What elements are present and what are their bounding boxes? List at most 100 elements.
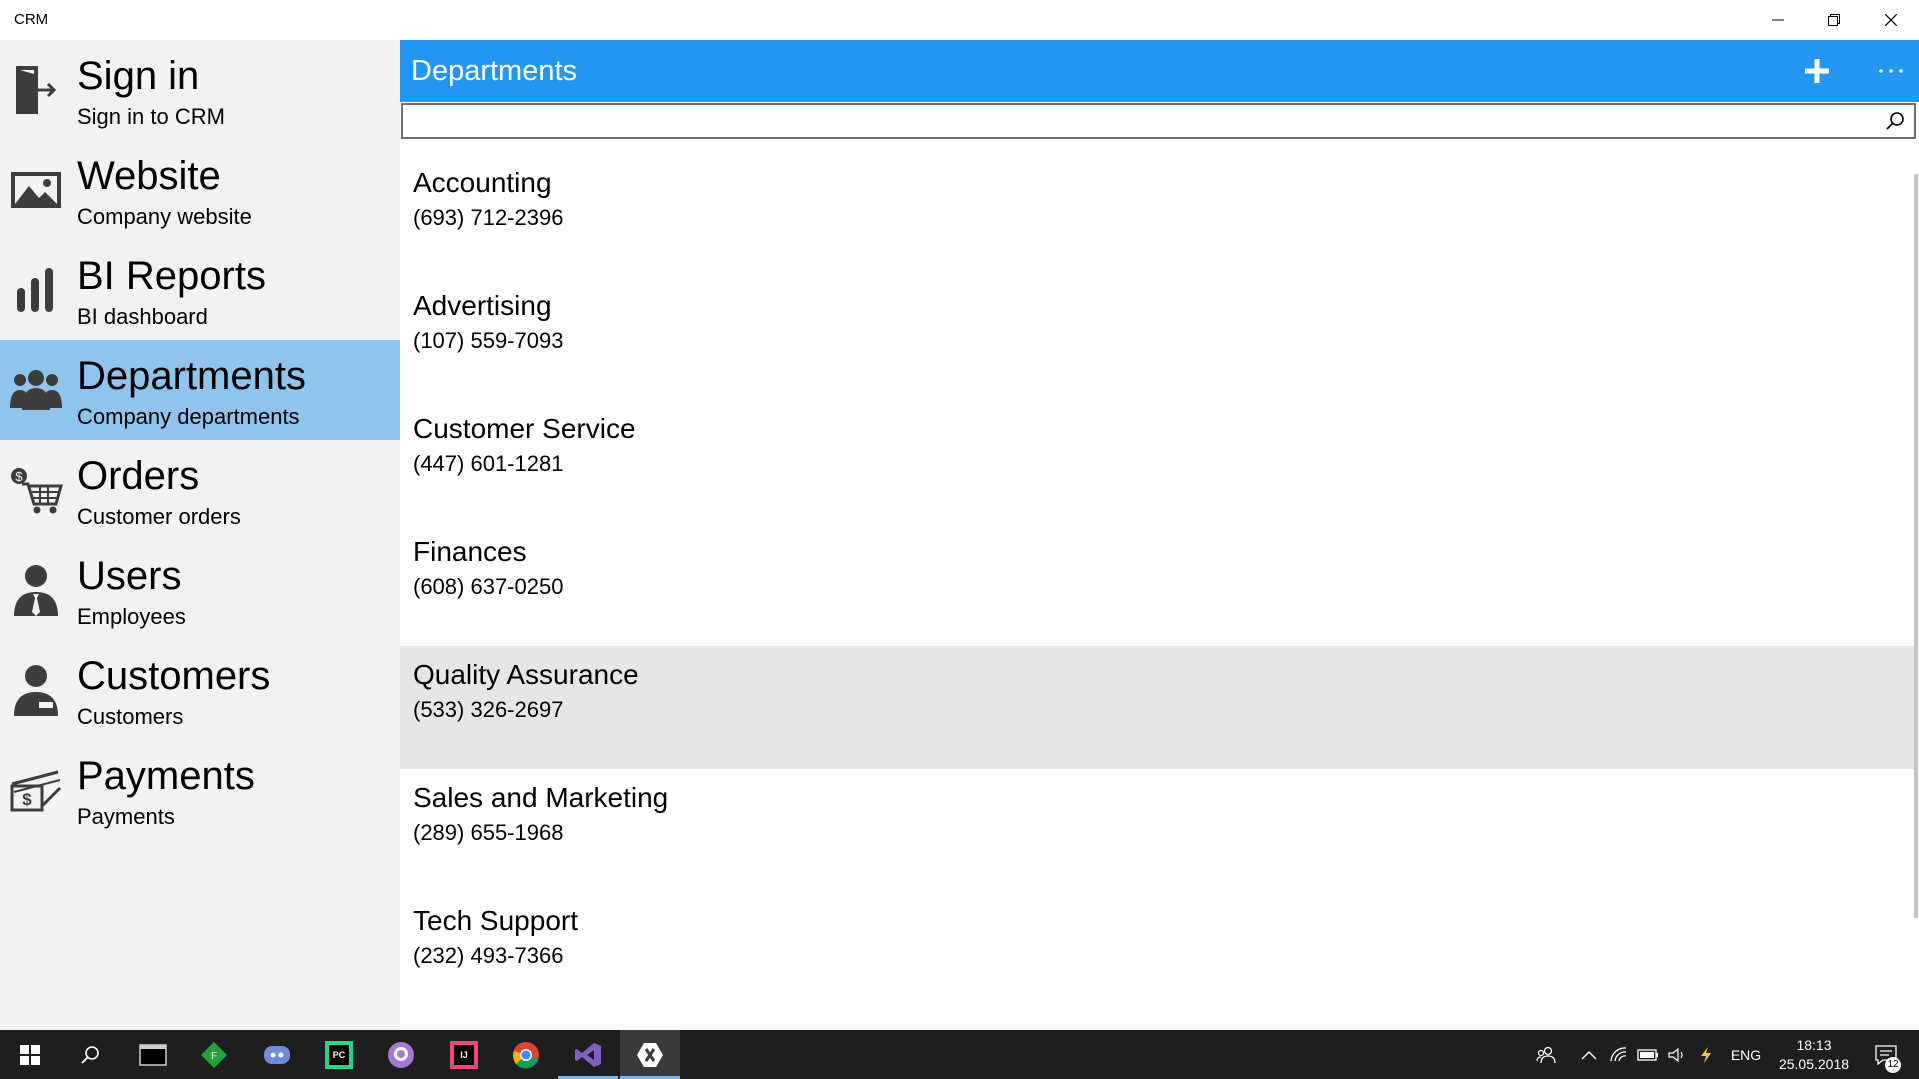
tray-network[interactable] [1605,1030,1633,1079]
taskbar-app-discord[interactable] [247,1030,307,1079]
taskbar-app-chrome[interactable] [496,1030,556,1079]
svg-text:$: $ [22,790,32,809]
sidebar-item-orders[interactable]: $ Orders Customer orders [0,440,400,540]
search-box [401,103,1916,139]
sidebar-item-customers[interactable]: Customers Customers [0,640,400,740]
departments-list: Accounting (693) 712-2396 Advertising (1… [400,154,1914,1015]
window-title: CRM [14,11,49,28]
plus-icon [1805,59,1829,83]
list-item[interactable]: Customer Service (447) 601-1281 [400,400,1914,523]
sidebar-item-subtitle: Company departments [77,404,300,429]
lightning-icon [1701,1046,1711,1063]
department-name: Advertising [413,290,552,321]
main-content: Departments Accounting (693) 712-2396 Ad… [400,40,1919,1030]
more-icon [1879,69,1903,73]
department-name: Sales and Marketing [413,782,669,813]
sidebar-item-subtitle: Company website [77,204,252,229]
people-group-icon [8,358,64,422]
sign-in-icon [8,58,64,122]
department-name: Quality Assurance [413,659,639,690]
search-button[interactable] [1878,105,1912,137]
tray-show-hidden[interactable] [1575,1030,1603,1079]
sidebar-item-bi-reports[interactable]: BI Reports BI dashboard [0,240,400,340]
sidebar-item-subtitle: Payments [77,804,175,829]
action-center-button[interactable] [1866,1030,1906,1079]
department-phone: (447) 601-1281 [413,451,564,476]
start-icon [20,1044,40,1065]
taskbar-search-button[interactable] [60,1030,120,1079]
employee-icon [8,558,64,622]
people-icon [1536,1046,1556,1063]
department-phone: (232) 493-7366 [413,943,564,968]
tray-battery[interactable] [1633,1030,1663,1079]
restore-icon [1828,14,1840,26]
minimize-button[interactable] [1750,0,1806,40]
list-item[interactable]: Quality Assurance (533) 326-2697 [400,646,1914,769]
taskbar-app-pycharm[interactable]: PC [309,1030,369,1079]
list-scrollbar[interactable] [1914,174,1918,918]
department-name: Finances [413,536,527,567]
sidebar-item-website[interactable]: Website Company website [0,140,400,240]
sidebar-item-subtitle: Customer orders [77,504,241,529]
minimize-icon [1772,19,1784,21]
page-header: Departments [400,40,1919,102]
sidebar-item-subtitle: Employees [77,604,186,629]
list-item[interactable]: Accounting (693) 712-2396 [400,154,1914,277]
start-button[interactable] [0,1030,60,1079]
list-item[interactable]: Advertising (107) 559-7093 [400,277,1914,400]
svg-text:PC: PC [333,1050,346,1060]
department-phone: (107) 559-7093 [413,328,564,353]
discord-icon [264,1045,290,1064]
close-button[interactable] [1863,0,1919,40]
volume-icon [1668,1047,1683,1062]
taskbar-app-terminal[interactable] [123,1030,183,1079]
visual-studio-icon [575,1042,601,1067]
title-bar: CRM [0,0,1919,40]
intellij-icon: IJ [450,1040,478,1069]
sidebar-item-title: BI Reports [77,254,266,298]
department-phone: (533) 326-2697 [413,697,564,722]
taskbar-app-visual-studio[interactable] [558,1030,618,1079]
clock[interactable]: 18:13 25.05.2018 [1758,1036,1870,1074]
tray-app[interactable] [1693,1030,1719,1079]
add-department-button[interactable] [1789,40,1845,102]
payment-icon: $ [8,758,64,822]
list-item[interactable]: Finances (608) 637-0250 [400,523,1914,646]
sidebar-item-sign-in[interactable]: Sign in Sign in to CRM [0,40,400,140]
taskbar: F PC IJ ENG 18:13 25.05.2018 12 [0,1030,1919,1079]
xamarin-icon [637,1042,663,1067]
tray-people[interactable] [1530,1030,1562,1079]
terminal-icon [139,1043,167,1066]
list-item[interactable]: Sales and Marketing (289) 655-1968 [400,769,1914,892]
list-item[interactable]: Tech Support (232) 493-7366 [400,892,1914,1015]
shopping-cart-icon: $ [8,458,64,522]
svg-text:IJ: IJ [460,1050,468,1060]
taskbar-app-xamarin[interactable] [620,1030,680,1079]
taskbar-app-freeplane[interactable]: F [184,1030,244,1079]
notification-count-badge: 12 [1885,1057,1901,1073]
sidebar-item-title: Users [77,554,182,598]
sidebar-item-users[interactable]: Users Employees [0,540,400,640]
svg-text:$: $ [15,469,23,484]
sidebar-item-payments[interactable]: $ Payments Payments [0,740,400,840]
sidebar: Sign in Sign in to CRM Website Company w… [0,40,400,1030]
sidebar-item-title: Orders [77,454,200,498]
freeplane-icon: F [201,1041,227,1068]
website-icon [8,158,64,222]
department-phone: (693) 712-2396 [413,205,564,230]
search-input[interactable] [403,105,1873,137]
sidebar-item-subtitle: Sign in to CRM [77,104,225,129]
department-name: Accounting [413,167,552,198]
svg-text:F: F [211,1051,217,1062]
sidebar-item-departments[interactable]: Departments Company departments [0,340,400,440]
taskbar-app-github[interactable] [371,1030,431,1079]
github-icon [388,1041,414,1068]
taskbar-app-intellij[interactable]: IJ [434,1030,494,1079]
more-options-button[interactable] [1863,40,1919,102]
restore-button[interactable] [1806,0,1862,40]
close-icon [1885,14,1897,26]
chevron-up-icon [1581,1050,1597,1059]
tray-volume[interactable] [1663,1030,1691,1079]
clock-date: 25.05.2018 [1778,1056,1850,1072]
department-phone: (289) 655-1968 [413,820,564,845]
